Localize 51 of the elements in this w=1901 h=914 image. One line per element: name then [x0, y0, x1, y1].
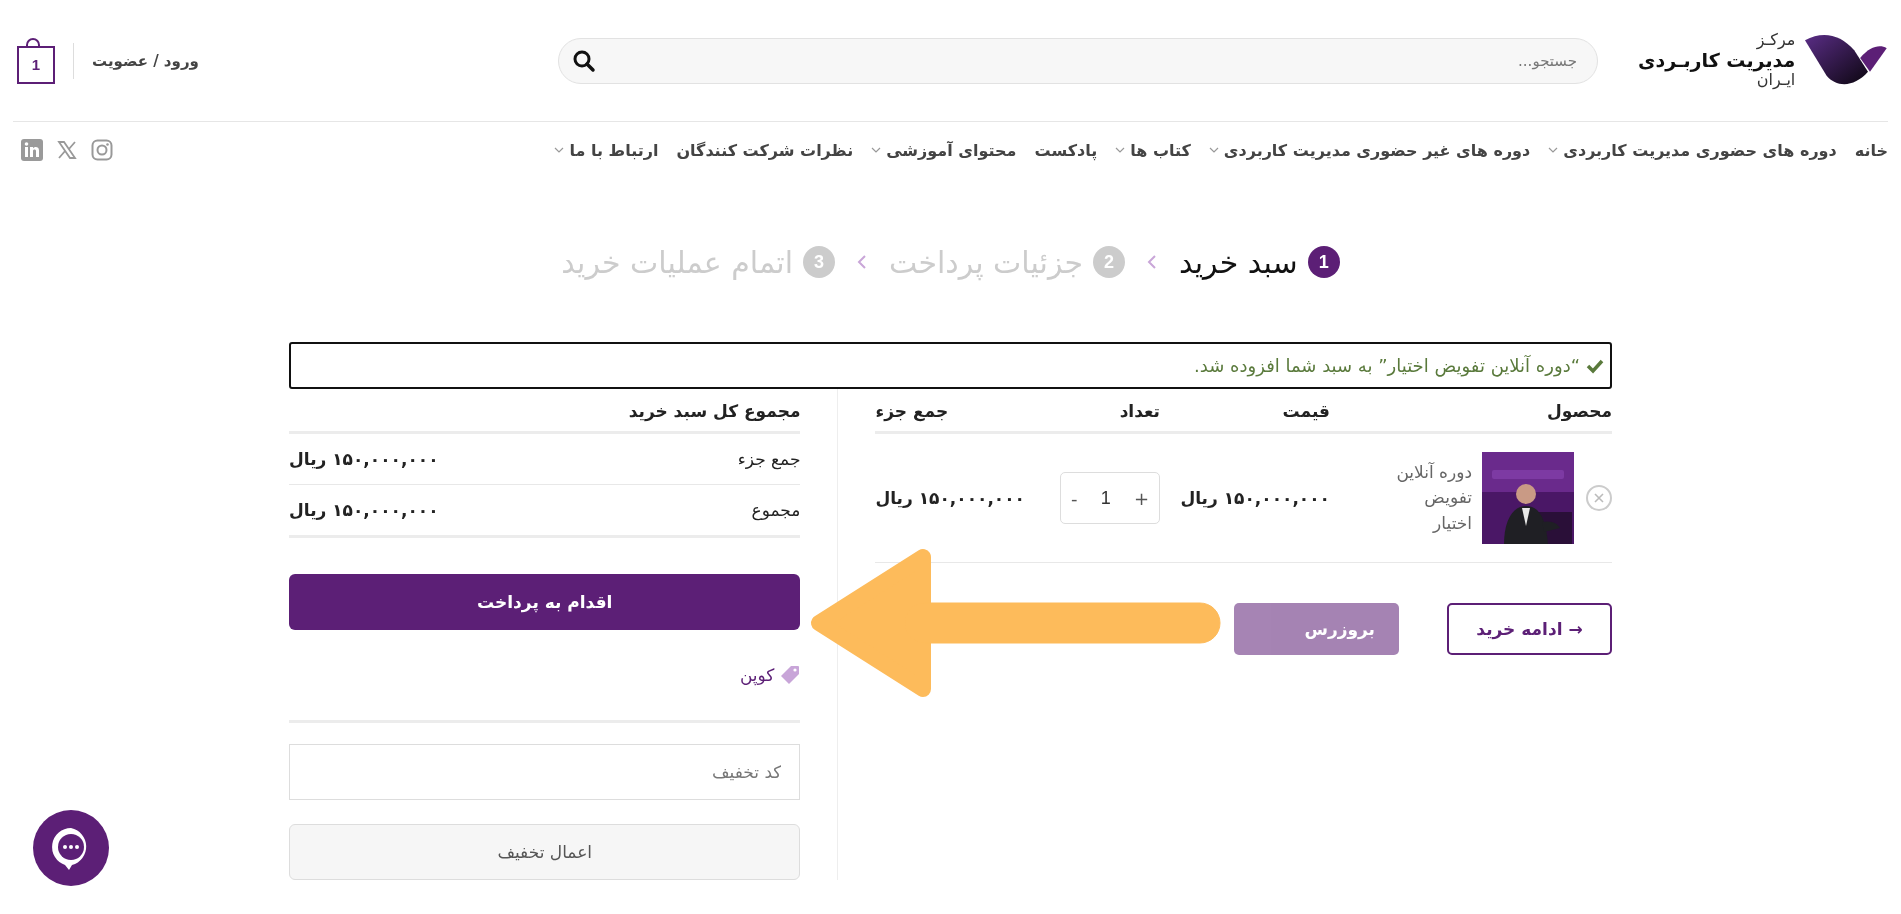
totals-title: مجموع کل سبد خرید	[628, 401, 801, 421]
price-text: ۱۵۰,۰۰۰,۰۰۰ ریال	[1180, 488, 1330, 508]
chevron-down-icon	[1208, 147, 1219, 153]
login-link[interactable]: ورود / عضویت	[92, 51, 199, 70]
close-icon[interactable]	[1594, 493, 1604, 503]
linkedin-icon[interactable]	[21, 139, 43, 161]
nav-item[interactable]: دوره های غیر حضوری مدیریت کاربردی	[1208, 140, 1531, 160]
plus-button[interactable]: +	[1131, 487, 1151, 509]
nav-item[interactable]: خانه	[1854, 140, 1888, 160]
total-label: مجموع	[751, 500, 801, 520]
minus-button[interactable]: -	[1069, 487, 1080, 509]
remove-button[interactable]	[1586, 485, 1612, 511]
logo-text: ایـران	[1756, 71, 1796, 90]
tag-icon	[780, 665, 801, 685]
search-icon[interactable]	[572, 48, 596, 73]
column-header: جمع جزء	[875, 401, 949, 421]
nav-item[interactable]: ارتباط با ما	[554, 140, 659, 160]
step-number: 1	[1307, 246, 1340, 278]
product-name[interactable]: دوره آنلاین تفویض اختیار	[1388, 459, 1472, 537]
step-label: سبد خرید	[1179, 244, 1298, 280]
notice-text: “دوره آنلاین تفویض اختیار” به سبد شما افزوده شد.	[1194, 355, 1580, 376]
chevron-icon	[856, 254, 867, 270]
total-value: ۱۵۰,۰۰۰,۰۰۰ ریال	[289, 449, 439, 469]
instagram-icon[interactable]	[91, 139, 113, 161]
subtotal-text: ۱۵۰,۰۰۰,۰۰۰ ریال	[875, 488, 1025, 508]
continue-shopping-button[interactable]: → ادامه خرید	[1447, 603, 1612, 655]
column-header: تعداد	[1119, 401, 1160, 421]
quantity-stepper[interactable]: + 1 -	[1060, 472, 1160, 524]
chevron-icon	[1147, 254, 1157, 270]
search-field[interactable]: جستجو...	[558, 37, 1598, 84]
nav-item[interactable]: پادکست	[1034, 140, 1098, 160]
checkout-button[interactable]: اقدام به پرداخت	[289, 574, 801, 630]
column-header: محصول	[1547, 401, 1612, 421]
total-label: جمع جزء	[737, 449, 801, 469]
total-value: ۱۵۰,۰۰۰,۰۰۰ ریال	[289, 500, 439, 520]
coupon-field[interactable]: کد تخفیف	[289, 744, 801, 800]
nav-item[interactable]: محتوای آموزشی	[871, 140, 1017, 160]
coupon-heading: کوپن	[739, 665, 775, 685]
chevron-down-icon	[554, 147, 565, 153]
column-header: قیمت	[1282, 401, 1330, 421]
chevron-down-icon	[1115, 147, 1126, 153]
chevron-down-icon	[1548, 147, 1559, 153]
nav-item[interactable]: کتاب ها	[1115, 140, 1191, 160]
logo-text: مدیریت کاربـردی	[1638, 49, 1796, 72]
checkmark-icon	[1586, 357, 1604, 374]
apply-coupon-button[interactable]: اعمال تخفیف	[289, 824, 801, 880]
chevron-down-icon	[871, 147, 882, 153]
logo-text: مرکـز	[1755, 31, 1796, 50]
x-icon[interactable]	[57, 140, 77, 160]
nav-item[interactable]: نظرات شرکت کنندگان	[676, 140, 854, 160]
nav-item[interactable]: دوره های حضوری مدیریت کاربردی	[1548, 140, 1837, 160]
